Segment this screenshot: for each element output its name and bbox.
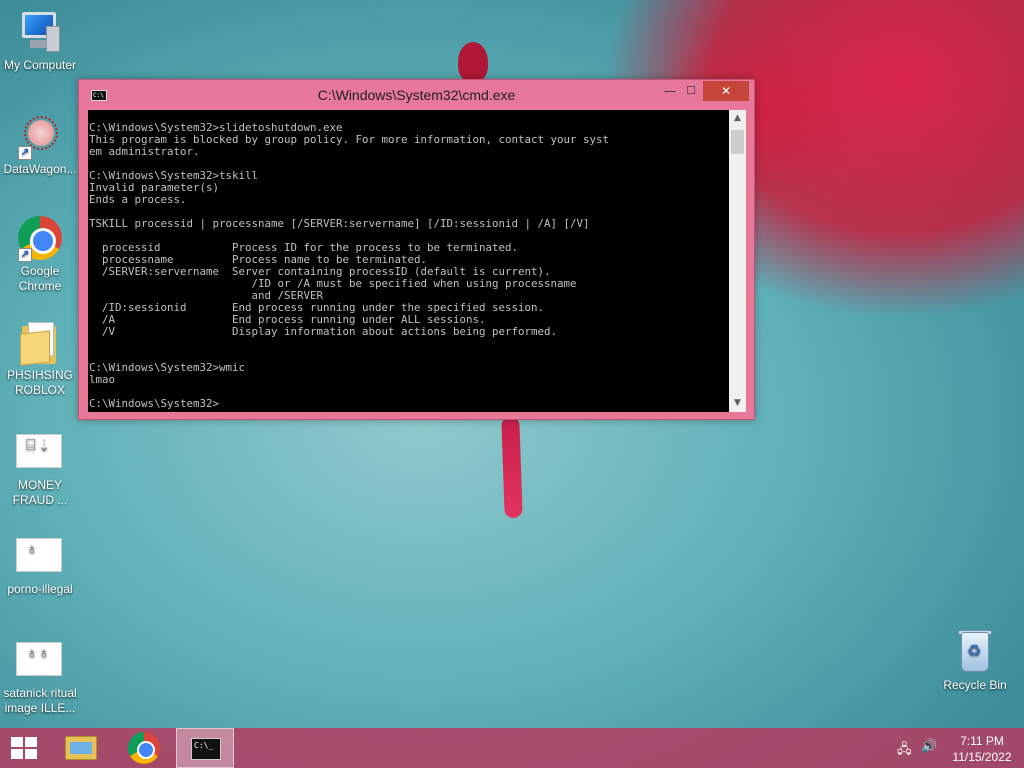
cmd-icon: C:\_ [191, 738, 221, 760]
taskbar-chrome[interactable] [120, 728, 168, 768]
chrome-icon: ↗ [16, 214, 64, 262]
desktop-icon-label: MONEY FRAUD ... [12, 478, 68, 507]
window-title: C:\Windows\System32\cmd.exe [317, 87, 516, 103]
chrome-icon [128, 732, 160, 764]
flower-stem-decoration [501, 417, 523, 519]
desktop-icon-google-chrome[interactable]: ↗ Google Chrome [0, 214, 80, 294]
desktop-icon-label: My Computer [3, 58, 77, 72]
desktop-icon-label: Google Chrome [18, 264, 62, 293]
shortcut-arrow-icon: ↗ [18, 146, 32, 160]
computer-icon [16, 8, 64, 56]
vertical-scrollbar[interactable]: ▲ ▼ [729, 110, 746, 412]
image-file-icon: ⌸ ⇣ [16, 428, 64, 476]
desktop-icon-label: porno-illegal [7, 582, 73, 596]
web-shortcut-icon: ↗ [16, 112, 64, 160]
scroll-up-arrow-icon[interactable]: ▲ [729, 110, 746, 127]
console-output[interactable]: C:\Windows\System32>slidetoshutdown.exe … [88, 110, 729, 412]
shortcut-arrow-icon: ↗ [18, 248, 32, 262]
system-clock[interactable]: 7:11 PM 11/15/2022 [944, 733, 1020, 765]
desktop-icon-phishing-roblox[interactable]: PHSIHSING ROBLOX [0, 318, 80, 398]
windows-logo-icon [11, 737, 37, 759]
folder-icon [16, 318, 64, 366]
desktop-icon-datawagon[interactable]: ↗ DataWagon... [0, 112, 80, 177]
image-file-icon: ♁♁ [16, 636, 64, 684]
scroll-down-arrow-icon[interactable]: ▼ [729, 395, 746, 412]
network-icon[interactable]: 🖧 [897, 740, 915, 757]
desktop-icon-recycle-bin[interactable]: ♻ Recycle Bin [935, 628, 1015, 693]
desktop-icon-money-fraud[interactable]: ⌸ ⇣ MONEY FRAUD ... [0, 428, 80, 508]
flower-petal-decoration [458, 42, 488, 82]
clock-time: 7:11 PM [960, 734, 1004, 748]
desktop-icon-label: PHSIHSING ROBLOX [6, 368, 73, 397]
scrollbar-thumb[interactable] [731, 130, 744, 154]
close-button[interactable]: ✕ [703, 81, 749, 101]
file-explorer-icon [65, 736, 97, 760]
desktop-icon-satanick-ritual-image[interactable]: ♁♁ satanick ritual image ILLE... [0, 636, 80, 716]
desktop-icon-porno-illegal[interactable]: ♁ porno-illegal [0, 532, 80, 597]
desktop-icon-my-computer[interactable]: My Computer [0, 8, 80, 73]
taskbar-file-explorer[interactable] [57, 728, 105, 768]
recycle-bin-icon: ♻ [951, 628, 999, 676]
taskbar-cmd[interactable]: C:\_ [176, 728, 234, 768]
cmd-window[interactable]: C:\ C:\Windows\System32\cmd.exe — ☐ ✕ C:… [78, 79, 755, 420]
clock-date: 11/15/2022 [952, 750, 1012, 764]
console-text: C:\Windows\System32>slidetoshutdown.exe … [89, 121, 610, 410]
desktop-icon-label: DataWagon... [3, 162, 77, 176]
speaker-icon[interactable]: 🔊 [921, 739, 939, 755]
maximize-button[interactable]: ☐ [678, 81, 704, 101]
taskbar: C:\_ [0, 728, 1024, 768]
desktop-icon-label: Recycle Bin [943, 678, 1007, 692]
desktop-icon-label: satanick ritual image ILLE... [3, 686, 77, 715]
start-button[interactable] [0, 728, 48, 768]
image-file-icon: ♁ [16, 532, 64, 580]
window-titlebar[interactable]: C:\ C:\Windows\System32\cmd.exe — ☐ ✕ [79, 80, 754, 110]
